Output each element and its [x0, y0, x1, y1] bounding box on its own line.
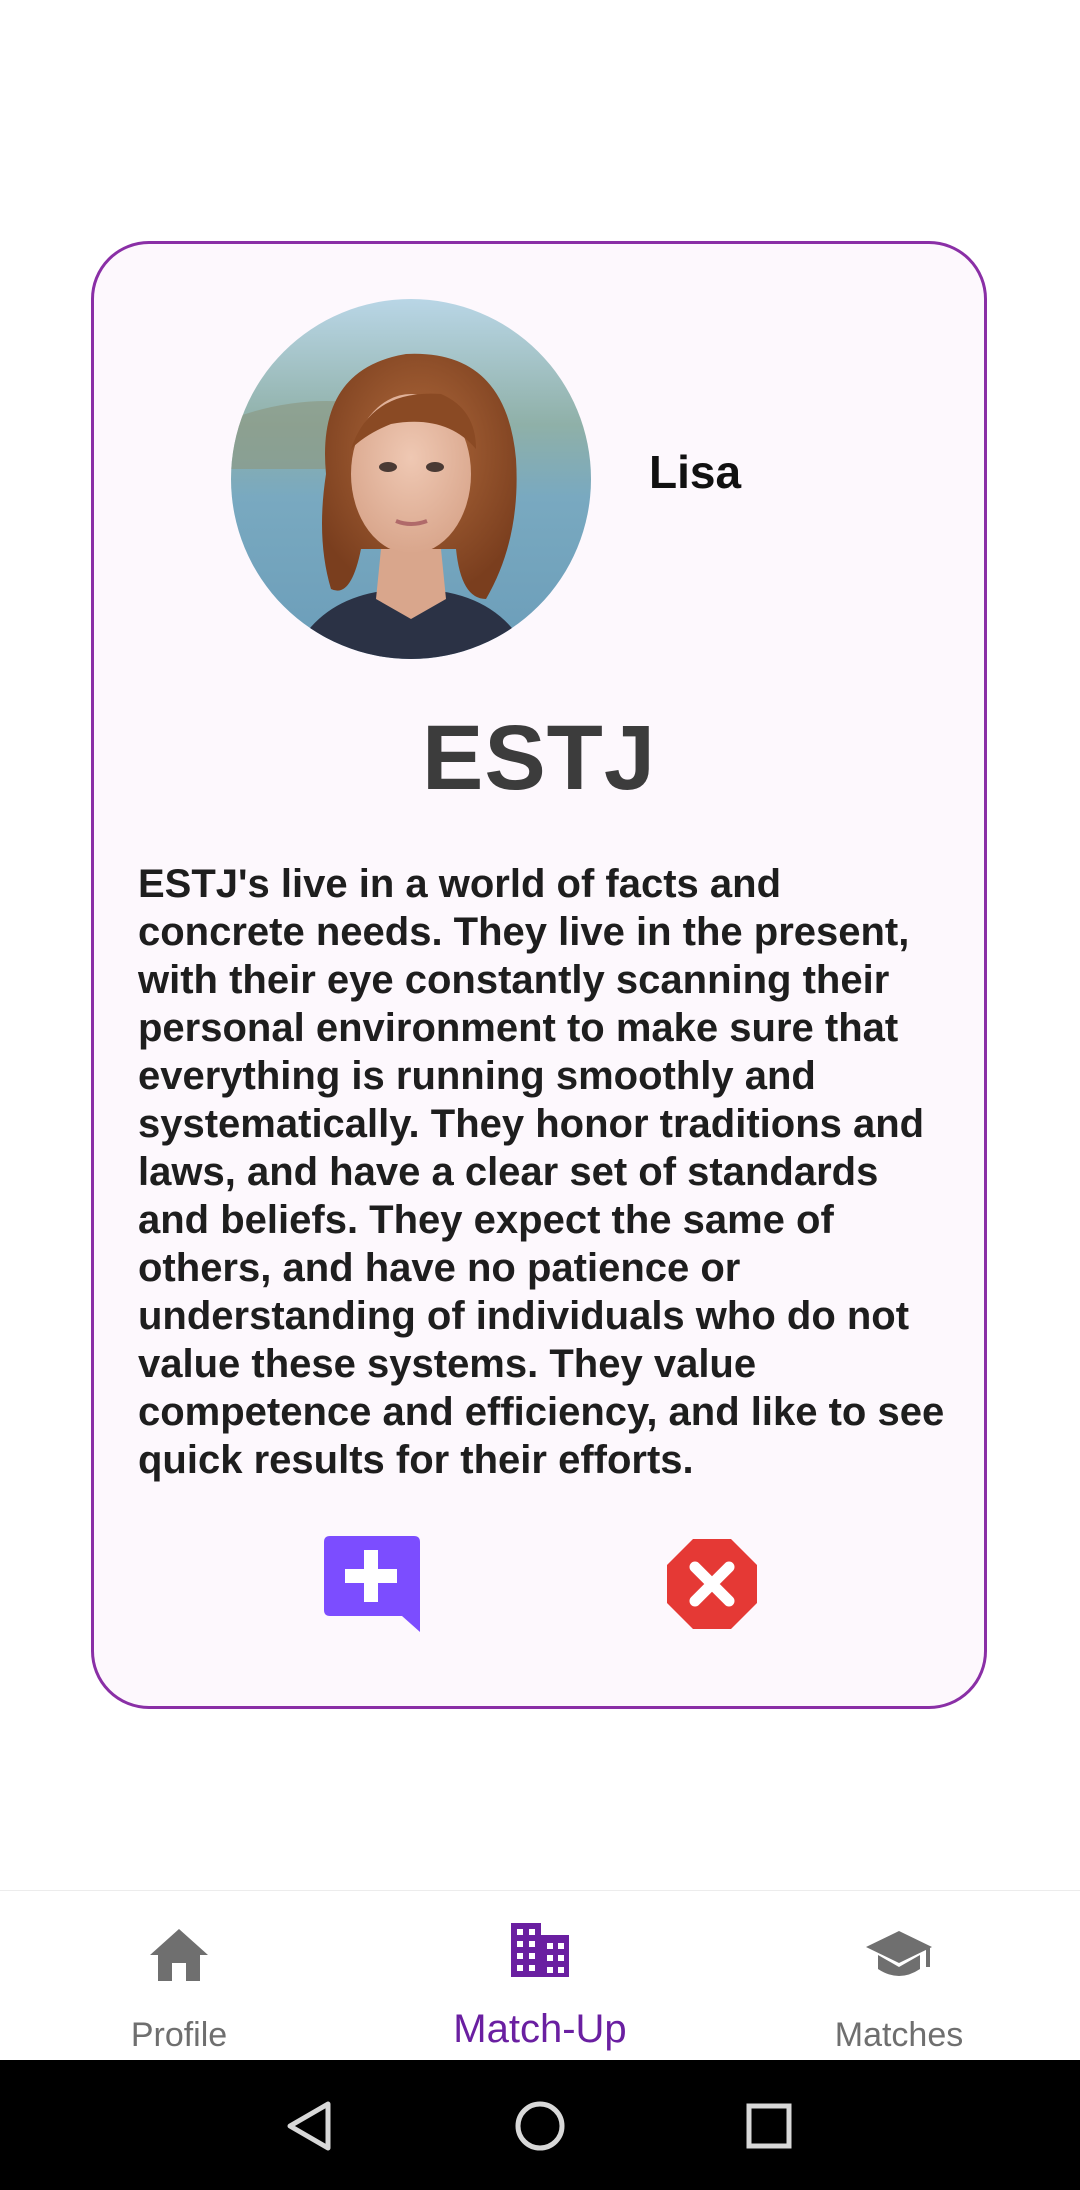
add-comment-icon	[324, 1536, 420, 1632]
nav-item-matches[interactable]: Matches	[769, 1891, 1029, 2061]
home-icon	[150, 1929, 208, 1981]
graduation-cap-icon	[866, 1931, 932, 1976]
bottom-navigation: Profile Match-Up Matches	[0, 1890, 1080, 2061]
building-icon	[511, 1923, 569, 1977]
system-navigation-bar	[0, 2060, 1080, 2190]
nav-label-profile: Profile	[130, 2016, 228, 2054]
add-comment-button[interactable]	[320, 1532, 424, 1636]
home-circle-icon[interactable]	[514, 2100, 566, 2152]
avatar	[231, 299, 591, 659]
back-triangle-icon[interactable]	[284, 2100, 334, 2152]
profile-card: Lisa ESTJ ESTJ's live in a world of fact…	[91, 241, 987, 1709]
nav-item-profile[interactable]: Profile	[49, 1891, 309, 2061]
nav-label-match-up: Match-Up	[453, 2007, 627, 2051]
profile-name: Lisa	[649, 446, 742, 498]
personality-description: ESTJ's live in a world of facts and conc…	[138, 862, 945, 1482]
nav-label-matches: Matches	[834, 2016, 964, 2054]
close-circle-icon	[667, 1539, 757, 1629]
nav-item-match-up[interactable]: Match-Up	[410, 1891, 670, 2061]
recents-square-icon[interactable]	[745, 2102, 793, 2150]
screen: Lisa ESTJ ESTJ's live in a world of fact…	[0, 0, 1080, 2190]
dismiss-button[interactable]	[665, 1537, 759, 1631]
personality-type: ESTJ	[421, 707, 657, 809]
